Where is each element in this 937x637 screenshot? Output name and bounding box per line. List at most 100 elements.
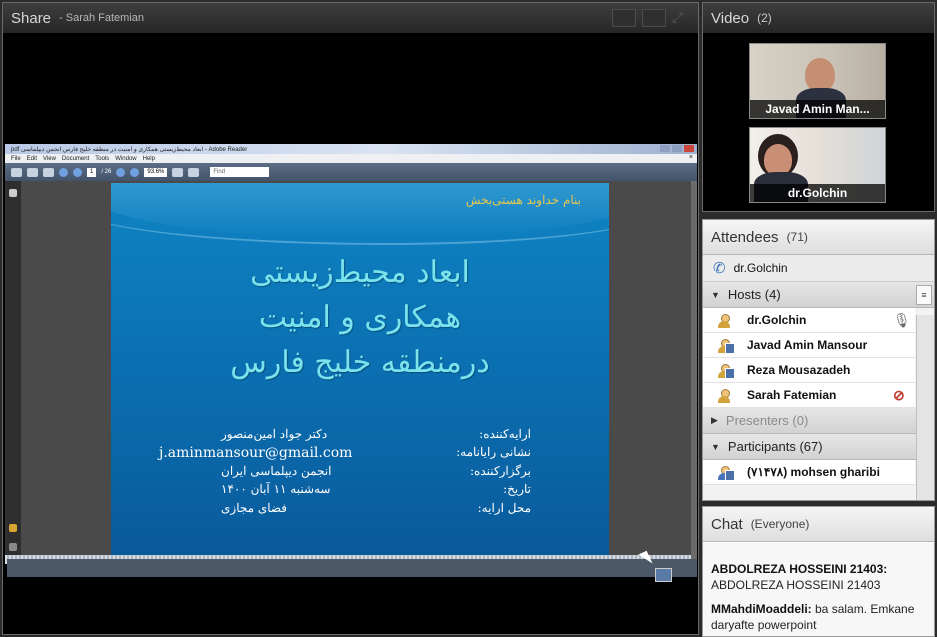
minimize-button[interactable] — [660, 145, 670, 152]
participant-screen-icon — [715, 463, 735, 481]
full-view-button[interactable] — [642, 9, 666, 27]
fit-width-icon[interactable] — [188, 167, 200, 177]
video-tile-golchin[interactable]: dr.Golchin — [749, 127, 886, 203]
slide-title-line-2: همکاری و امنیت — [258, 300, 462, 335]
participant-row[interactable]: (۷۱۴۷۸) mohsen gharibi — [703, 460, 915, 485]
share-icon[interactable] — [27, 167, 38, 177]
attendees-pod-header: Attendees (71) — [703, 220, 934, 255]
reader-menubar: File Edit View Document Tools Window Hel… — [5, 154, 697, 163]
participant-face — [805, 58, 835, 92]
slide-title-line-3: درمنطقه خلیج فارس — [230, 345, 490, 380]
fit-page-icon[interactable] — [172, 167, 184, 177]
menu-edit[interactable]: Edit — [27, 156, 37, 162]
host-row[interactable]: Javad Amin Mansour — [703, 333, 915, 358]
current-user-name: dr.Golchin — [733, 261, 788, 275]
attendees-pod: Attendees (71) ✆ dr.Golchin ▼ Hosts (4) … — [702, 219, 935, 501]
menu-window[interactable]: Window — [115, 156, 136, 162]
menu-tools[interactable]: Tools — [95, 156, 109, 162]
screen-share-cursor-icon — [655, 568, 672, 582]
menu-document[interactable]: Document — [62, 156, 89, 162]
host-screen-icon — [715, 336, 735, 354]
slide-row-value: j.aminmansour@gmail.com — [159, 445, 353, 461]
slide-row-label: برگزارکننده: — [469, 464, 531, 478]
host-name: Javad Amin Mansour — [747, 338, 868, 352]
share-presenter: - Sarah Fatemian — [59, 12, 145, 24]
slide-row-value: سه‌شنبه ۱۱ آبان ۱۴۰۰ — [221, 482, 331, 496]
video-title: Video — [711, 9, 750, 27]
slide-row-label: ارایه‌کننده: — [479, 427, 531, 441]
collaborate-icon[interactable] — [43, 167, 54, 177]
slide-row-email: j.aminmansour@gmail.com نشانی رایانامه: — [159, 445, 531, 461]
pages-panel-icon[interactable] — [9, 189, 17, 197]
attendee-options-menu[interactable]: ≡ — [916, 285, 932, 305]
close-window-button[interactable] — [684, 145, 694, 152]
microphone-muted-icon: ⊘ — [893, 387, 905, 403]
host-row[interactable]: Reza Mousazadeh — [703, 358, 915, 383]
navigation-pane — [5, 181, 21, 564]
video-tile-name: Javad Amin Man... — [750, 100, 885, 118]
print-icon[interactable] — [11, 167, 22, 177]
slide-row-organizer: انجمن دیپلماسی ایران برگزارکننده: — [221, 464, 531, 478]
close-document-icon[interactable]: × — [689, 154, 693, 161]
zoom-out-icon[interactable] — [116, 167, 126, 177]
page-number-input[interactable]: 1 — [87, 167, 97, 177]
chat-sender: ABDOLREZA HOSSEINI 21403: — [711, 562, 888, 576]
host-row[interactable]: dr.Golchin 🎙 — [703, 308, 915, 333]
zoom-level[interactable]: 93.6% — [144, 167, 168, 177]
host-screen-icon — [715, 361, 735, 379]
participant-name: (۷۱۴۷۸) mohsen gharibi — [747, 465, 880, 479]
adobe-reader-window: pdf ابعاد محیط‌زیستی همکاری و امنیت در م… — [5, 144, 697, 564]
current-user-status[interactable]: ✆ dr.Golchin — [703, 255, 934, 282]
reader-document-area: بنام خداوند هستی‌بخش ابعاد محیط‌زیستی هم… — [5, 181, 697, 564]
host-icon — [715, 386, 733, 404]
previous-page-icon[interactable] — [59, 167, 68, 177]
comments-panel-icon[interactable] — [9, 524, 17, 532]
attachments-panel-icon[interactable] — [9, 543, 17, 551]
zoom-in-icon[interactable] — [130, 167, 140, 177]
slide-row-value: فضای مجازی — [221, 501, 288, 515]
reader-toolbar: 1 / 26 93.6% Find — [5, 163, 697, 181]
next-page-icon[interactable] — [73, 167, 82, 177]
host-name: Reza Mousazadeh — [747, 363, 851, 377]
slide-row-presenter: دکتر جواد امین‌منصور ارایه‌کننده: — [221, 427, 531, 441]
fit-width-button[interactable] — [612, 9, 636, 27]
slide-row-label: تاریخ: — [503, 482, 531, 496]
video-pod: Video (2) Javad Amin Man... dr.Golchin — [702, 2, 935, 212]
reader-titlebar: pdf ابعاد محیط‌زیستی همکاری و امنیت در م… — [5, 144, 697, 154]
vertical-scrollbar[interactable] — [691, 181, 697, 564]
fullscreen-icon[interactable]: ⤢ — [672, 9, 688, 25]
attendees-title: Attendees — [711, 228, 779, 246]
chat-title: Chat — [711, 515, 743, 533]
presenters-label: Presenters (0) — [725, 413, 809, 428]
presenters-section-header[interactable]: ▶ Presenters (0) — [703, 408, 934, 434]
collapse-triangle-icon: ▼ — [711, 289, 720, 300]
video-pod-header: Video (2) — [703, 3, 934, 33]
slide-row-value: دکتر جواد امین‌منصور — [221, 427, 328, 441]
find-input[interactable]: Find — [210, 167, 270, 177]
reader-window-title: pdf ابعاد محیط‌زیستی همکاری و امنیت در م… — [11, 146, 248, 153]
video-tile-javad[interactable]: Javad Amin Man... — [749, 43, 886, 119]
chat-scope: (Everyone) — [750, 517, 810, 531]
host-name: dr.Golchin — [747, 313, 807, 327]
slide-title-line-1: ابعاد محیط‌زیستی — [250, 255, 470, 290]
participants-label: Participants (67) — [727, 439, 823, 454]
host-row[interactable]: Sarah Fatemian ⊘ — [703, 383, 915, 408]
participants-section-header[interactable]: ▼ Participants (67) — [703, 434, 934, 460]
page-total: / 26 — [101, 169, 112, 175]
slide-row-date: سه‌شنبه ۱۱ آبان ۱۴۰۰ تاریخ: — [221, 482, 531, 496]
share-toolbar: ⤢ — [612, 9, 688, 27]
slide-row-value: انجمن دیپلماسی ایران — [221, 464, 332, 478]
share-bottom-bar — [7, 559, 697, 577]
menu-help[interactable]: Help — [143, 156, 155, 162]
slide-invocation: بنام خداوند هستی‌بخش — [465, 193, 581, 207]
hosts-section-header[interactable]: ▼ Hosts (4) ≡ — [703, 282, 934, 308]
attendees-scrollbar[interactable] — [916, 315, 934, 500]
chat-message: ABDOLREZA HOSSEINI 21403: ABDOLREZA HOSS… — [711, 561, 926, 593]
share-pod-header: Share - Sarah Fatemian — [3, 3, 698, 33]
menu-view[interactable]: View — [43, 156, 56, 162]
hosts-label: Hosts (4) — [727, 287, 781, 302]
menu-file[interactable]: File — [11, 156, 21, 162]
maximize-button[interactable] — [672, 145, 682, 152]
attendees-count: (71) — [786, 230, 808, 244]
host-presenter-icon — [715, 311, 733, 329]
